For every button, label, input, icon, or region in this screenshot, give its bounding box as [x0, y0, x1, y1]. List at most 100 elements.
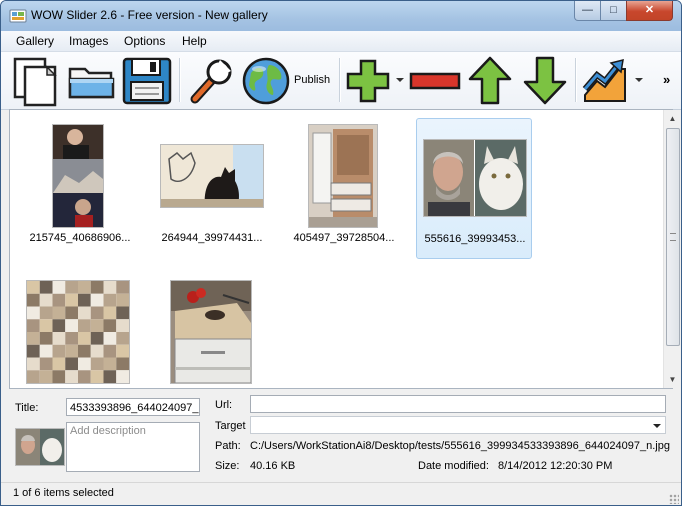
- thumbnail-caption: 555616_39993453...: [424, 233, 526, 245]
- chart-trend-icon: [582, 58, 626, 102]
- mosaic-cell: [103, 370, 117, 383]
- mosaic-cell: [90, 332, 104, 345]
- move-down-button[interactable]: [522, 55, 568, 107]
- mosaic-cell: [27, 370, 40, 383]
- toolbar-separator: [179, 58, 181, 102]
- open-gallery-button[interactable]: [67, 55, 117, 107]
- mosaic-cell: [116, 293, 129, 307]
- thumbnail-image: [160, 144, 264, 208]
- mosaic-cell: [103, 357, 117, 371]
- mosaic-cell: [27, 344, 40, 358]
- arrow-up-icon: [468, 56, 512, 105]
- move-up-button[interactable]: [467, 55, 513, 107]
- title-label: Title:: [15, 402, 39, 414]
- url-field[interactable]: [250, 395, 666, 413]
- menu-gallery[interactable]: Gallery: [16, 34, 54, 48]
- mosaic-cell: [52, 319, 66, 332]
- mosaic-cell: [27, 357, 40, 371]
- mosaic-cell: [27, 332, 40, 345]
- remove-image-button[interactable]: [409, 55, 461, 107]
- mosaic-cell: [65, 306, 78, 320]
- menu-images[interactable]: Images: [69, 34, 108, 48]
- mosaic-cell: [27, 293, 40, 307]
- thumbnail-item-selected[interactable]: 555616_39993453...: [416, 118, 532, 259]
- mosaic-cell: [78, 293, 91, 307]
- minimize-button[interactable]: —: [574, 1, 601, 21]
- thumbnail-item[interactable]: 264944_39974431...: [154, 120, 266, 256]
- title-field[interactable]: 4533393896_644024097_n: [66, 398, 200, 416]
- statistics-button[interactable]: [581, 55, 631, 107]
- mosaic-cell: [65, 293, 78, 307]
- mosaic-cell: [52, 281, 66, 294]
- mosaic-cell: [65, 357, 78, 371]
- mosaic-cell: [78, 306, 91, 320]
- mosaic-cell: [65, 319, 78, 332]
- mosaic-cell: [116, 332, 129, 345]
- title-bar[interactable]: WOW Slider 2.6 - Free version - New gall…: [1, 1, 681, 31]
- more-toolbar-icon[interactable]: »: [663, 72, 670, 87]
- publish-label[interactable]: Publish: [294, 74, 330, 86]
- status-bar: 1 of 6 items selected: [1, 482, 681, 505]
- mosaic-cell: [90, 344, 104, 358]
- add-images-button[interactable]: [345, 55, 391, 107]
- mosaic-cell: [27, 281, 40, 294]
- maximize-button[interactable]: □: [600, 1, 627, 21]
- folder-icon: [68, 67, 115, 99]
- image-gallery-view[interactable]: 215745_40686906... 264944_39974431... 40…: [9, 109, 681, 389]
- add-dropdown-arrow-icon[interactable]: [396, 78, 404, 82]
- statistics-dropdown-arrow-icon[interactable]: [635, 78, 643, 82]
- close-button[interactable]: ✕: [626, 1, 673, 21]
- mosaic-cell: [90, 293, 104, 307]
- scroll-up-icon[interactable]: ▲: [664, 110, 681, 127]
- mosaic-cell: [39, 344, 53, 358]
- settings-button[interactable]: [185, 55, 235, 107]
- mosaic-cell: [78, 281, 91, 294]
- arrow-down-icon: [523, 56, 567, 105]
- mosaic-cell: [90, 281, 104, 294]
- plus-icon: [346, 59, 390, 103]
- thumbnail-image: [308, 124, 378, 228]
- menu-options[interactable]: Options: [124, 34, 165, 48]
- floppy-disk-icon: [122, 57, 172, 105]
- resize-grip-icon[interactable]: [669, 494, 679, 504]
- scrollbar-thumb[interactable]: [666, 128, 680, 346]
- publish-button[interactable]: [241, 55, 291, 107]
- new-gallery-button[interactable]: [11, 55, 63, 107]
- mosaic-cell: [27, 306, 40, 320]
- mosaic-cell: [78, 357, 91, 371]
- path-value: C:/Users/WorkStationAi8/Desktop/tests/55…: [250, 440, 670, 452]
- thumbnail-item[interactable]: 405497_39728504...: [286, 120, 398, 256]
- menu-help[interactable]: Help: [182, 34, 207, 48]
- mosaic-cell: [52, 344, 66, 358]
- thumbnail-caption: 405497_39728504...: [293, 232, 395, 244]
- target-select[interactable]: [250, 416, 666, 434]
- scrollbar-grip-icon: [670, 233, 676, 241]
- path-label: Path:: [215, 440, 241, 452]
- url-label: Url:: [215, 399, 233, 411]
- mosaic-cell: [39, 306, 53, 320]
- chevron-down-icon[interactable]: [653, 424, 661, 428]
- thumbnail-image: [423, 139, 527, 217]
- description-field[interactable]: Add description: [66, 422, 200, 472]
- mosaic-cell: [39, 332, 53, 345]
- mosaic-cell: [116, 306, 129, 320]
- gallery-scrollbar[interactable]: ▲ ▼: [663, 110, 681, 388]
- menu-bar: Gallery Images Options Help: [1, 31, 681, 52]
- mosaic-cell: [78, 344, 91, 358]
- mosaic-cell: [39, 357, 53, 371]
- selected-image-preview: [15, 428, 65, 466]
- size-value: 40.16 KB: [250, 460, 296, 472]
- thumbnail-item[interactable]: 215745_40686906...: [22, 120, 134, 256]
- date-modified-label: Date modified:: [418, 460, 489, 472]
- mosaic-cell: [52, 306, 66, 320]
- mosaic-cell: [103, 281, 117, 294]
- mosaic-cell: [90, 370, 104, 383]
- mosaic-cell: [103, 319, 117, 332]
- mosaic-cell: [52, 370, 66, 383]
- scroll-down-icon[interactable]: ▼: [664, 371, 681, 388]
- toolbar-separator: [575, 58, 577, 102]
- description-placeholder: Add description: [70, 425, 146, 437]
- save-gallery-button[interactable]: [121, 55, 173, 107]
- thumbnail-image: [52, 124, 104, 228]
- selection-status: 1 of 6 items selected: [13, 487, 114, 499]
